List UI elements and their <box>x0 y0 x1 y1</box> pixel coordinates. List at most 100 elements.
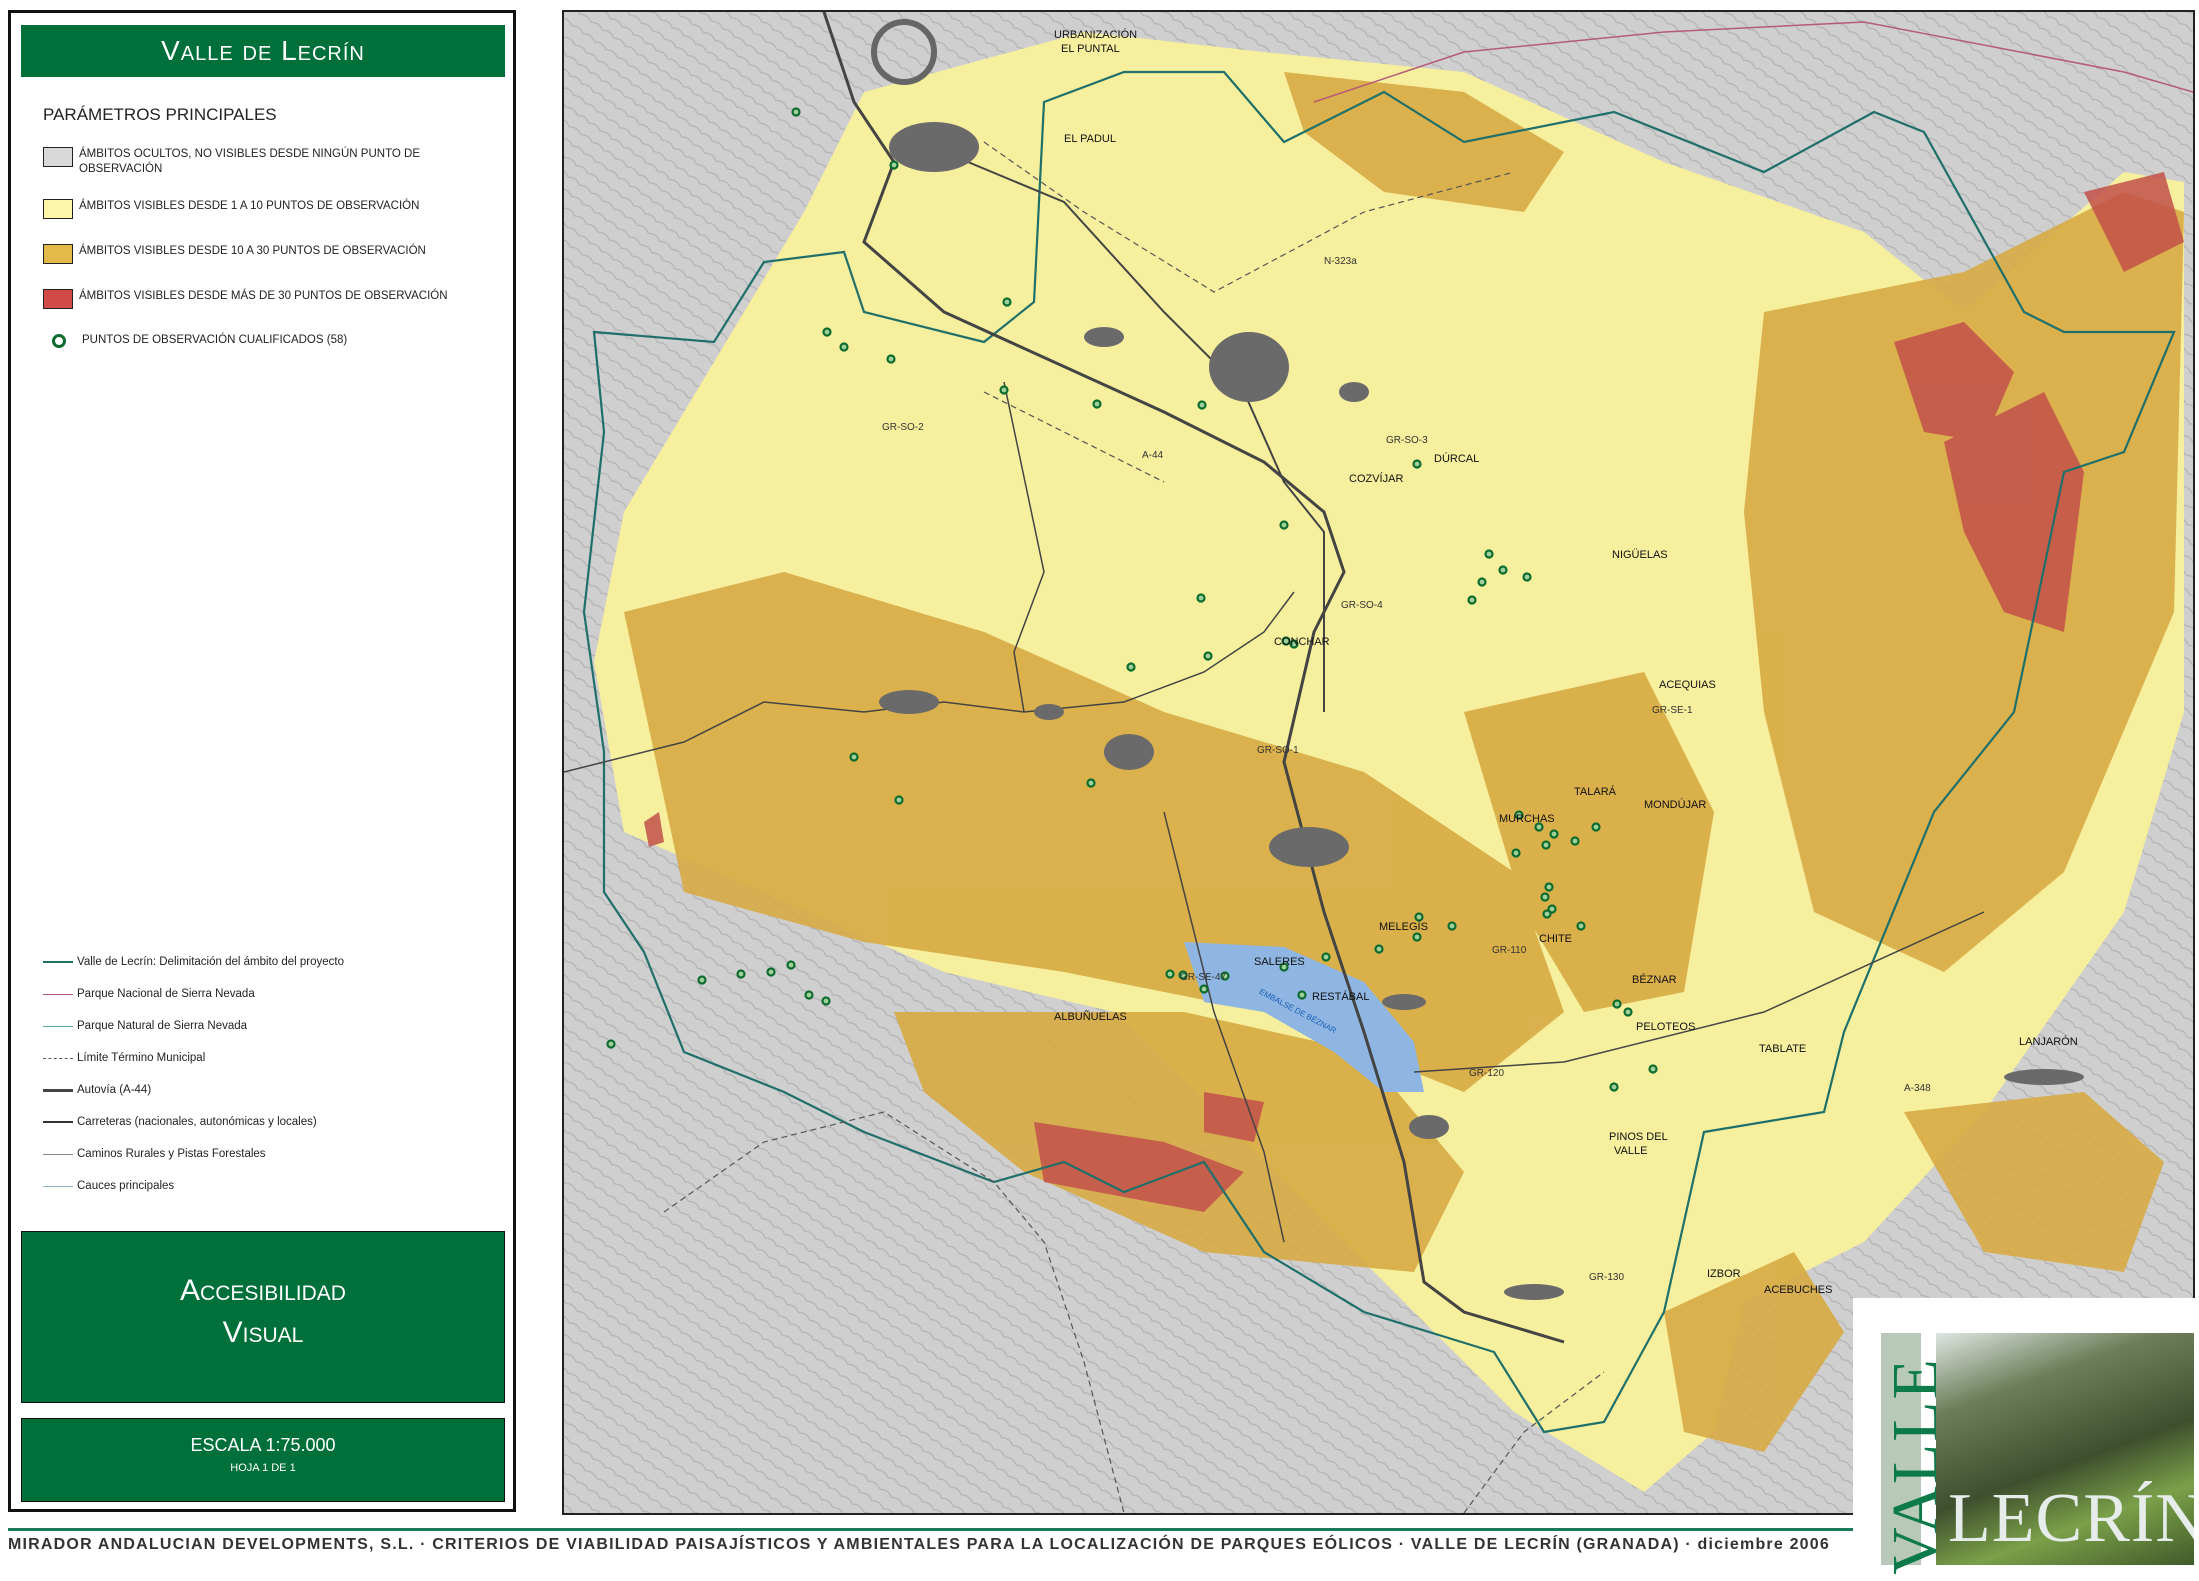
observation-point <box>1578 923 1585 930</box>
observation-point <box>1128 664 1135 671</box>
swatch-gray <box>43 147 73 167</box>
legend-class-1-10: ÁMBITOS VISIBLES DESDE 1 A 10 PUNTOS DE … <box>43 199 419 219</box>
observation-point <box>788 962 795 969</box>
town-label: TALARÁ <box>1574 785 1617 798</box>
town-label: NIGÜELAS <box>1612 549 1668 561</box>
legend-line-project: Valle de Lecrín: Delimitación del ámbito… <box>43 956 344 968</box>
road-label: A-348 <box>1904 1083 1931 1094</box>
logo-photo-trees: LECRÍN <box>1936 1333 2194 1565</box>
observation-point <box>1500 567 1507 574</box>
observation-point <box>1094 401 1101 408</box>
town-label: CONCHAR <box>1274 636 1330 648</box>
legend-label: Cauces principales <box>77 1180 174 1192</box>
legend-line-tracks: Caminos Rurales y Pistas Forestales <box>43 1148 266 1160</box>
map-title-box: Accesibilidad Visual <box>21 1231 505 1403</box>
legend-label: PUNTOS DE OBSERVACIÓN CUALIFICADOS (58) <box>82 333 347 348</box>
legend-heading: PARÁMETROS PRINCIPALES <box>43 105 277 125</box>
observation-point <box>699 977 706 984</box>
observation-point <box>1572 838 1579 845</box>
town-label: ACEBUCHES <box>1764 1284 1832 1296</box>
observation-point <box>1524 574 1531 581</box>
observation-point <box>1546 884 1553 891</box>
observation-point <box>1205 653 1212 660</box>
legend-label: Parque Natural de Sierra Nevada <box>77 1020 247 1032</box>
legend-label: ÁMBITOS VISIBLES DESDE 10 A 30 PUNTOS DE… <box>79 244 426 259</box>
observation-point <box>1201 986 1208 993</box>
observation-point <box>1614 1001 1621 1008</box>
town-label: MURCHAS <box>1499 813 1555 825</box>
legend-label: Autovía (A-44) <box>77 1084 151 1096</box>
legend-line-national-park: Parque Nacional de Sierra Nevada <box>43 988 255 1000</box>
observation-point-icon <box>52 334 66 348</box>
observation-point <box>806 992 813 999</box>
observation-point <box>738 971 745 978</box>
town-label: ACEQUIAS <box>1659 679 1716 691</box>
observation-point <box>1323 954 1330 961</box>
legend-label: Valle de Lecrín: Delimitación del ámbito… <box>77 956 344 968</box>
observation-point <box>1088 780 1095 787</box>
town-label: DÚRCAL <box>1434 452 1479 465</box>
legend-line-motorway: Autovía (A-44) <box>43 1084 151 1096</box>
visibility-map[interactable]: URBANIZACIÓN EL PUNTAL EL PADUL COZVÍJAR… <box>562 10 2195 1515</box>
observation-point <box>1486 551 1493 558</box>
observation-point <box>608 1041 615 1048</box>
observation-point <box>1611 1084 1618 1091</box>
valle-de-lecrin-logo: VALLE LECRÍN <box>1853 1298 2199 1565</box>
observation-point <box>1625 1009 1632 1016</box>
sheet-text: HOJA 1 DE 1 <box>22 1462 504 1474</box>
observation-point <box>841 344 848 351</box>
town-label: BÉZNAR <box>1632 973 1677 986</box>
scale-text: ESCALA 1:75.000 <box>22 1435 504 1456</box>
legend-class-10-30: ÁMBITOS VISIBLES DESDE 10 A 30 PUNTOS DE… <box>43 244 426 264</box>
observation-point <box>1167 971 1174 978</box>
observation-point <box>1469 597 1476 604</box>
town-label: SALERES <box>1254 956 1305 968</box>
panel-title: Valle de Lecrín <box>21 25 505 77</box>
observation-point <box>896 797 903 804</box>
observation-point <box>1414 934 1421 941</box>
town-label: VALLE <box>1614 1145 1647 1157</box>
town-label: CHITE <box>1539 933 1572 945</box>
road-label: GR-120 <box>1469 1068 1504 1079</box>
legend-line-natural-park: Parque Natural de Sierra Nevada <box>43 1020 247 1032</box>
legend-label: ÁMBITOS VISIBLES DESDE 1 A 10 PUNTOS DE … <box>79 199 419 214</box>
town-label: MELEGÍS <box>1379 920 1428 933</box>
town-label: PINOS DEL <box>1609 1131 1668 1143</box>
swatch-red <box>43 289 73 309</box>
road-label: GR-SO-3 <box>1386 435 1428 446</box>
legend-label: Límite Término Municipal <box>77 1052 205 1064</box>
observation-point <box>1198 595 1205 602</box>
swatch-yellow <box>43 199 73 219</box>
logo-word-lecrin: LECRÍN <box>1948 1479 2194 1559</box>
town-label: URBANIZACIÓN <box>1054 28 1137 41</box>
road-label: N-323a <box>1324 256 1357 267</box>
observation-point <box>1299 992 1306 999</box>
legend-label: ÁMBITOS OCULTOS, NO VISIBLES DESDE NINGÚ… <box>79 147 459 177</box>
observation-point <box>1513 850 1520 857</box>
map-title-line-2: Visual <box>22 1312 504 1354</box>
legend-label: Parque Nacional de Sierra Nevada <box>77 988 255 1000</box>
observation-point <box>1449 923 1456 930</box>
observation-point <box>793 109 800 116</box>
observation-point <box>1281 522 1288 529</box>
observation-point <box>1543 842 1550 849</box>
observation-point <box>1416 914 1423 921</box>
legend-line-roads: Carreteras (nacionales, autonómicas y lo… <box>43 1116 317 1128</box>
observation-point <box>1001 387 1008 394</box>
observation-point <box>1544 911 1551 918</box>
footer-text: MIRADOR ANDALUCIAN DEVELOPMENTS, S.L. · … <box>8 1536 1830 1554</box>
legend-panel: Valle de Lecrín PARÁMETROS PRINCIPALES Á… <box>8 10 516 1512</box>
observation-point <box>1414 461 1421 468</box>
observation-point <box>1376 946 1383 953</box>
map-title-line-1: Accesibilidad <box>22 1270 504 1312</box>
town-label: LANJARÓN <box>2019 1035 2078 1048</box>
legend-label: ÁMBITOS VISIBLES DESDE MÁS DE 30 PUNTOS … <box>79 289 448 304</box>
swatch-ochre <box>43 244 73 264</box>
town-label: ALBUÑUELAS <box>1054 1010 1127 1023</box>
road-label: GR-110 <box>1492 945 1527 956</box>
town-label: MONDÚJAR <box>1644 798 1706 811</box>
observation-point <box>768 969 775 976</box>
town-label: TABLATE <box>1759 1043 1806 1055</box>
town-label: RESTÁBAL <box>1312 990 1369 1003</box>
legend-line-municipal: Límite Término Municipal <box>43 1052 205 1064</box>
